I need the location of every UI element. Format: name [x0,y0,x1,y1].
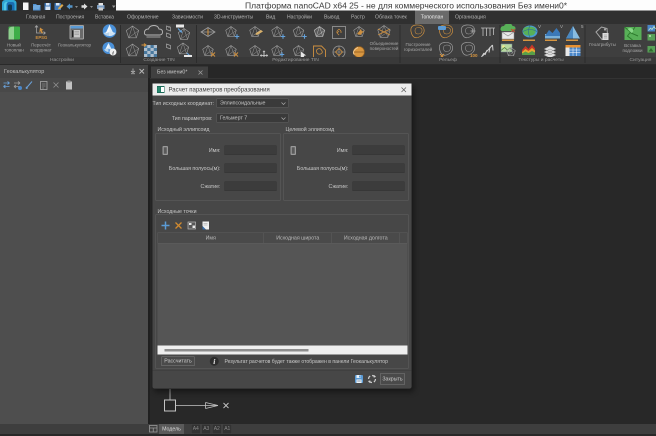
svg-text:EPSG: EPSG [36,35,49,40]
svg-text:V: V [538,24,541,29]
svg-text:5: 5 [581,24,584,29]
svg-text:V: V [560,24,563,29]
svg-text:100: 100 [470,53,478,57]
